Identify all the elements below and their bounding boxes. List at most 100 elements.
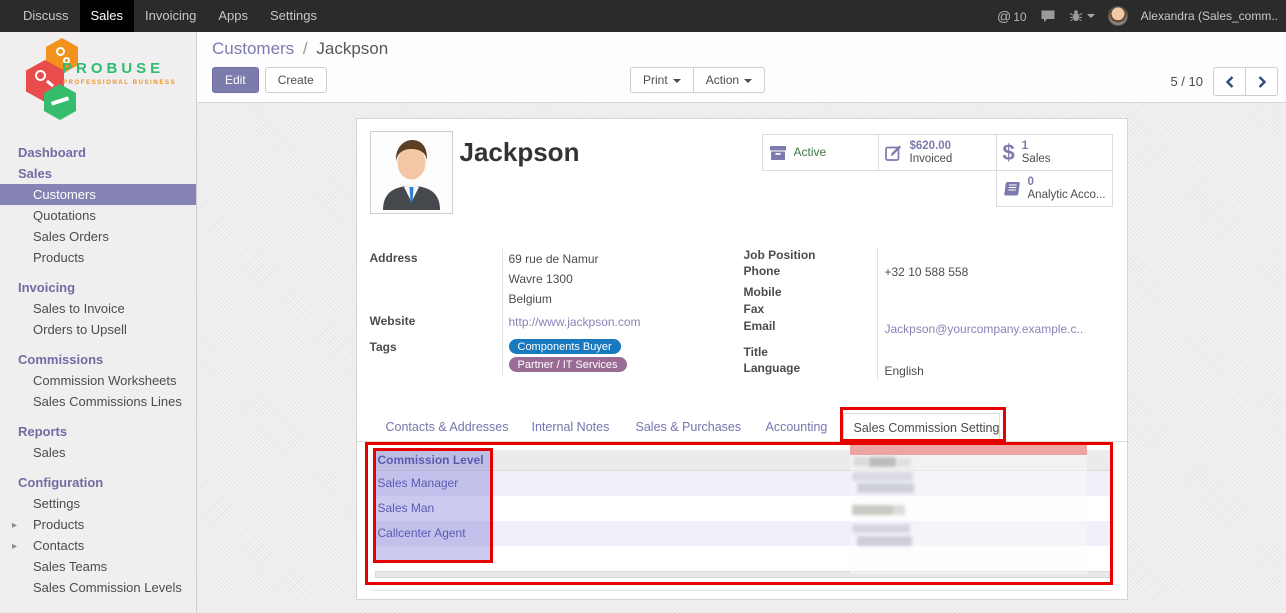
address-line3: Belgium	[509, 292, 552, 306]
phone-value: +32 10 588 558	[885, 265, 969, 279]
website-link[interactable]: http://www.jackpson.com	[509, 315, 641, 329]
probuse-logo: PROBUSE PROFESSIONAL BUSINESS	[0, 36, 196, 124]
edit-invoice-icon	[885, 144, 903, 161]
mobile-label: Mobile	[744, 285, 782, 299]
debug-bug-icon[interactable]	[1069, 9, 1095, 23]
create-button[interactable]: Create	[265, 67, 327, 93]
debug-caret-icon	[1087, 14, 1095, 18]
pager-count: 5 / 10	[1170, 74, 1203, 89]
sidebar-item-config-settings[interactable]: Settings	[0, 493, 196, 514]
sidebar-item-sales-teams[interactable]: Sales Teams	[0, 556, 196, 577]
website-label: Website	[370, 314, 416, 328]
sidebar-item-reports-sales[interactable]: Sales	[0, 442, 196, 463]
sidebar-item-sales-commission-levels[interactable]: Sales Commission Levels	[0, 577, 196, 598]
breadcrumb-separator: /	[303, 39, 308, 58]
tag-components-buyer: Components Buyer	[509, 339, 621, 354]
field-separator	[877, 247, 878, 381]
nav-item-invoicing[interactable]: Invoicing	[134, 0, 207, 32]
email-label: Email	[744, 319, 776, 333]
sheet-divider	[371, 590, 1111, 591]
email-link[interactable]: Jackpson@yourcompany.example.c..	[885, 322, 1084, 336]
sidebar-item-sales-to-invoice[interactable]: Sales to Invoice	[0, 298, 196, 319]
tags-label: Tags	[370, 340, 397, 354]
action-button[interactable]: Action	[693, 67, 765, 93]
active-stat-button[interactable]: Active	[762, 134, 879, 171]
sidebar-item-sales-orders[interactable]: Sales Orders	[0, 226, 196, 247]
sidebar-item-commission-worksheets[interactable]: Commission Worksheets	[0, 370, 196, 391]
sidebar-item-orders-to-upsell[interactable]: Orders to Upsell	[0, 319, 196, 340]
at-icon: @	[997, 8, 1011, 24]
censored-commission-values	[850, 442, 1087, 574]
customer-form-sheet: Jackpson Active $620.00Invoiced	[356, 118, 1128, 600]
tag-partner-it-services: Partner / IT Services	[509, 357, 627, 372]
nav-item-apps[interactable]: Apps	[207, 0, 259, 32]
form-background: Jackpson Active $620.00Invoiced	[197, 103, 1286, 613]
active-stat-label: Active	[794, 146, 827, 159]
tab-contacts-addresses[interactable]: Contacts & Addresses	[376, 413, 519, 442]
language-value: English	[885, 364, 924, 378]
nav-item-discuss[interactable]: Discuss	[12, 0, 80, 32]
pager: 5 / 10	[1170, 67, 1278, 96]
job-position-label: Job Position	[744, 248, 816, 262]
tab-sales-commission-setting[interactable]: Sales Commission Setting	[843, 413, 1000, 442]
sales-label: Sales	[1022, 153, 1051, 165]
sidebar-item-sales-commissions-lines[interactable]: Sales Commissions Lines	[0, 391, 196, 412]
section-configuration[interactable]: Configuration	[0, 472, 196, 493]
analytic-stat-button[interactable]: 0Analytic Acco...	[996, 170, 1113, 207]
sidebar-item-config-products[interactable]: ▸Products	[0, 514, 196, 535]
address-label: Address	[370, 251, 418, 265]
sales-stat-button[interactable]: $ 1Sales	[996, 134, 1113, 171]
title-label: Title	[744, 345, 768, 359]
analytic-label: Analytic Acco...	[1028, 189, 1106, 201]
mentions-counter[interactable]: @10	[997, 8, 1027, 24]
sidebar-item-products[interactable]: Products	[0, 247, 196, 268]
edit-button[interactable]: Edit	[212, 67, 259, 93]
nav-item-sales[interactable]: Sales	[80, 0, 135, 32]
section-dashboard[interactable]: Dashboard	[0, 142, 196, 163]
top-navbar: Discuss Sales Invoicing Apps Settings @1…	[0, 0, 1286, 32]
sales-count: 1	[1022, 140, 1028, 152]
mention-count: 10	[1013, 10, 1026, 24]
sidebar-item-customers[interactable]: Customers	[0, 184, 196, 205]
logo-subtitle: PROFESSIONAL BUSINESS	[63, 80, 176, 86]
section-commissions[interactable]: Commissions	[0, 349, 196, 370]
tab-accounting[interactable]: Accounting	[756, 413, 838, 442]
book-icon	[1003, 180, 1021, 197]
tab-sales-purchases[interactable]: Sales & Purchases	[626, 413, 752, 442]
messages-icon[interactable]	[1040, 9, 1056, 24]
invoiced-label: Invoiced	[910, 153, 953, 165]
sidebar-item-config-contacts[interactable]: ▸Contacts	[0, 535, 196, 556]
sales-stat-text: 1Sales	[1022, 140, 1051, 166]
analytic-count: 0	[1028, 176, 1034, 188]
sidebar-menu: Dashboard Sales Customers Quotations Sal…	[0, 142, 196, 598]
app-menu: Discuss Sales Invoicing Apps Settings	[0, 0, 328, 32]
nav-item-settings[interactable]: Settings	[259, 0, 328, 32]
breadcrumb-current: Jackpson	[316, 39, 388, 58]
section-sales[interactable]: Sales	[0, 163, 196, 184]
pager-next-button[interactable]	[1245, 67, 1278, 96]
tab-internal-notes[interactable]: Internal Notes	[522, 413, 620, 442]
invoiced-stat-button[interactable]: $620.00Invoiced	[878, 134, 997, 171]
record-title: Jackpson	[460, 137, 580, 168]
field-separator	[502, 249, 503, 375]
expand-caret-icon: ▸	[12, 539, 17, 554]
language-label: Language	[744, 361, 801, 375]
section-invoicing[interactable]: Invoicing	[0, 277, 196, 298]
section-reports[interactable]: Reports	[0, 421, 196, 442]
sidebar-item-quotations[interactable]: Quotations	[0, 205, 196, 226]
address-line1: 69 rue de Namur	[509, 252, 599, 266]
print-button[interactable]: Print	[630, 67, 694, 93]
invoiced-value: $620.00	[910, 140, 952, 152]
customer-photo	[370, 131, 453, 214]
pager-previous-button[interactable]	[1213, 67, 1246, 96]
user-avatar	[1108, 6, 1128, 26]
dropdown-caret-icon	[673, 79, 681, 83]
breadcrumb-customers-link[interactable]: Customers	[212, 39, 294, 58]
dropdown-caret-icon	[744, 79, 752, 83]
invoiced-stat-text: $620.00Invoiced	[910, 140, 953, 166]
control-panel: Customers / Jackpson Edit Create Print A…	[197, 32, 1286, 103]
logo-title: PROBUSE	[62, 60, 164, 77]
user-menu[interactable]: Alexandra (Sales_comm..	[1141, 9, 1278, 23]
phone-label: Phone	[744, 264, 781, 278]
fax-label: Fax	[744, 302, 765, 316]
